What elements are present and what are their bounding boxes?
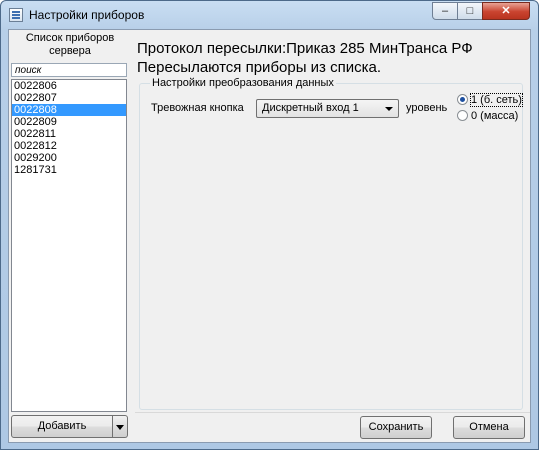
list-item[interactable]: 0022812 (12, 140, 126, 152)
radio-checked-icon[interactable] (457, 94, 468, 105)
protocol-text: Протокол пересылки:Приказ 285 МинТранса … (137, 40, 473, 57)
list-item[interactable]: 0022808 (12, 104, 126, 116)
add-button[interactable]: Добавить (11, 415, 113, 438)
settings-panel: Протокол пересылки:Приказ 285 МинТранса … (135, 30, 530, 412)
minimize-button[interactable]: – (432, 2, 458, 20)
level-label: уровень (406, 102, 448, 114)
device-list-panel: Список приборов сервера поиск 0022806 002… (9, 30, 131, 440)
list-item[interactable]: 0022811 (12, 128, 126, 140)
client-area: Список приборов сервера поиск 0022806 002… (8, 29, 531, 443)
list-item[interactable]: 0022806 (12, 80, 126, 92)
list-item[interactable]: 1281731 (12, 164, 126, 176)
device-list[interactable]: 0022806 0022807 0022808 0022809 0022811 00228… (11, 79, 127, 412)
list-item[interactable]: 0022807 (12, 92, 126, 104)
list-item[interactable]: 0029200 (12, 152, 126, 164)
add-split-button: Добавить (11, 415, 128, 438)
group-title: Настройки преобразования данных (150, 77, 336, 90)
device-list-title: Список приборов сервера (9, 32, 131, 58)
level-radio-1-label: 1 (б. сеть) (470, 93, 523, 107)
close-button[interactable]: ✕ (482, 2, 530, 20)
chevron-down-icon (385, 107, 393, 111)
cancel-button[interactable]: Отмена (453, 416, 525, 439)
add-dropdown-arrow-icon[interactable] (113, 415, 128, 438)
list-item[interactable]: 0022809 (12, 116, 126, 128)
alarm-button-label: Тревожная кнопка (151, 102, 244, 114)
level-radio-0[interactable]: 0 (масса) (457, 110, 518, 123)
maximize-button[interactable]: □ (457, 2, 483, 20)
window-title: Настройки приборов (29, 8, 145, 22)
title-bar[interactable]: Настройки приборов – □ ✕ (1, 1, 538, 29)
save-button[interactable]: Сохранить (360, 416, 432, 439)
send-mode-text: Пересылаются приборы из списка. (137, 59, 381, 76)
radio-unchecked-icon[interactable] (457, 110, 468, 121)
level-radio-1[interactable]: 1 (б. сеть) (457, 93, 523, 107)
app-icon (9, 8, 23, 22)
level-radio-0-label: 0 (масса) (471, 110, 519, 122)
conversion-settings-group: Настройки преобразования данных Тревожна… (139, 77, 523, 410)
alarm-input-value: Дискретный вход 1 (262, 102, 359, 114)
settings-window: Настройки приборов – □ ✕ Список приборов… (0, 0, 539, 450)
alarm-input-select[interactable]: Дискретный вход 1 (256, 99, 399, 118)
divider (135, 412, 530, 413)
search-input[interactable]: поиск (11, 63, 127, 77)
device-list-title-line1: Список приборов (25, 32, 115, 44)
device-list-title-line2: сервера (49, 45, 91, 57)
